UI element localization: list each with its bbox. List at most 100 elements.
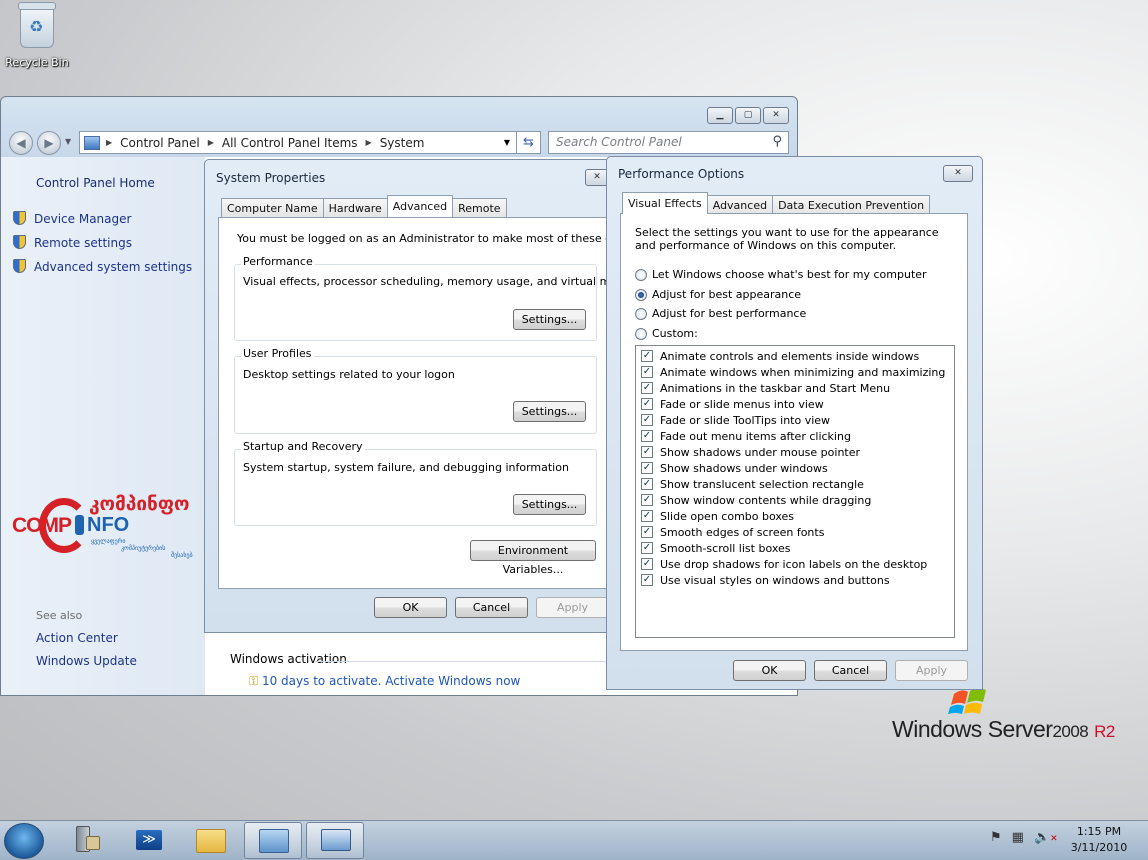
checkbox-checked-icon[interactable]: ✓ bbox=[641, 366, 653, 378]
checkbox-checked-icon[interactable]: ✓ bbox=[641, 542, 653, 554]
volume-muted-icon[interactable]: 🔈✕ bbox=[1034, 830, 1058, 845]
apply-button[interactable]: Apply bbox=[536, 597, 609, 618]
cancel-button[interactable]: Cancel bbox=[455, 597, 528, 618]
tab-strip: Visual Effects Advanced Data Execution P… bbox=[622, 192, 931, 214]
tab-strip: Computer Name Hardware Advanced Remote bbox=[221, 195, 507, 217]
shield-icon bbox=[13, 235, 26, 249]
system-properties-taskbar-icon[interactable] bbox=[306, 822, 364, 859]
effect-checkbox[interactable]: ✓ Show shadows under windows bbox=[641, 460, 954, 476]
effects-list[interactable]: ✓ Animate controls and elements inside wi… bbox=[635, 345, 955, 638]
close-button[interactable]: ✕ bbox=[943, 165, 973, 182]
sidebar-item-remote-settings[interactable]: Remote settings bbox=[13, 235, 132, 250]
action-center-link[interactable]: Action Center bbox=[36, 631, 118, 645]
tab-data-execution-prevention[interactable]: Data Execution Prevention bbox=[772, 195, 931, 214]
tab-computer-name[interactable]: Computer Name bbox=[221, 198, 324, 217]
performance-desc: Visual effects, processor scheduling, me… bbox=[243, 275, 646, 288]
effect-checkbox[interactable]: ✓ Show translucent selection rectangle bbox=[641, 476, 954, 492]
ok-button[interactable]: OK bbox=[374, 597, 447, 618]
notification-area: ⚑ ▦ 🔈✕ bbox=[990, 830, 1058, 845]
effect-checkbox[interactable]: ✓ Fade or slide menus into view bbox=[641, 396, 954, 412]
search-input[interactable]: Search Control Panel ⚲ bbox=[548, 131, 789, 154]
effect-checkbox[interactable]: ✓ Smooth edges of screen fonts bbox=[641, 524, 954, 540]
windows-server-brand: Windows Server2008 R2 bbox=[892, 716, 1115, 743]
recycle-bin-icon[interactable]: Recycle Bin bbox=[4, 2, 70, 69]
system-properties-dialog[interactable]: System Properties ✕ Computer Name Hardwa… bbox=[204, 159, 655, 633]
effect-checkbox[interactable]: ✓ Use drop shadows for icon labels on the… bbox=[641, 556, 954, 572]
checkbox-checked-icon[interactable]: ✓ bbox=[641, 382, 653, 394]
system-clock[interactable]: 1:15 PM 3/11/2010 bbox=[1064, 824, 1134, 856]
close-button[interactable]: ✕ bbox=[763, 107, 789, 124]
effect-checkbox[interactable]: ✓ Fade or slide ToolTips into view bbox=[641, 412, 954, 428]
checkbox-checked-icon[interactable]: ✓ bbox=[641, 462, 653, 474]
checkbox-checked-icon[interactable]: ✓ bbox=[641, 350, 653, 362]
search-icon[interactable]: ⚲ bbox=[772, 134, 782, 149]
ok-button[interactable]: OK bbox=[733, 660, 806, 681]
forward-button[interactable]: ▶ bbox=[37, 131, 61, 155]
effect-checkbox[interactable]: ✓ Animations in the taskbar and Start Men… bbox=[641, 380, 954, 396]
effect-checkbox[interactable]: ✓ Animate windows when minimizing and max… bbox=[641, 364, 954, 380]
checkbox-checked-icon[interactable]: ✓ bbox=[641, 414, 653, 426]
checkbox-checked-icon[interactable]: ✓ bbox=[641, 574, 653, 586]
tab-remote[interactable]: Remote bbox=[452, 198, 507, 217]
tab-advanced[interactable]: Advanced bbox=[706, 195, 774, 214]
startup-recovery-settings-button[interactable]: Settings... bbox=[513, 494, 586, 515]
powershell-taskbar-icon[interactable]: ≫ bbox=[120, 822, 178, 859]
performance-options-dialog[interactable]: Performance Options ✕ Visual Effects Adv… bbox=[606, 156, 983, 690]
breadcrumb-all-items[interactable]: All Control Panel Items bbox=[222, 136, 358, 150]
checkbox-checked-icon[interactable]: ✓ bbox=[641, 446, 653, 458]
radio-custom[interactable]: Custom: bbox=[635, 327, 698, 340]
address-dropdown-icon[interactable]: ▼ bbox=[504, 138, 510, 147]
tab-advanced[interactable]: Advanced bbox=[386, 195, 454, 217]
effect-checkbox[interactable]: ✓ Slide open combo boxes bbox=[641, 508, 954, 524]
environment-variables-button[interactable]: Environment Variables... bbox=[470, 540, 596, 576]
performance-settings-button[interactable]: Settings... bbox=[513, 309, 586, 330]
maximize-button[interactable]: ▢ bbox=[735, 107, 761, 124]
refresh-icon[interactable]: ⇆ bbox=[516, 131, 541, 154]
activate-windows-link[interactable]: ⚿ 10 days to activate. Activate Windows … bbox=[249, 674, 520, 689]
cancel-button[interactable]: Cancel bbox=[814, 660, 887, 681]
effect-checkbox[interactable]: ✓ Fade out menu items after clicking bbox=[641, 428, 954, 444]
sidebar-item-advanced-system-settings[interactable]: Advanced system settings bbox=[13, 259, 192, 274]
performance-group-title: Performance bbox=[241, 255, 315, 268]
startup-recovery-desc: System startup, system failure, and debu… bbox=[243, 461, 569, 474]
radio-best-appearance[interactable]: Adjust for best appearance bbox=[635, 288, 801, 301]
explorer-taskbar-icon[interactable] bbox=[182, 822, 240, 859]
logo-text-comp: COMP bbox=[12, 514, 72, 537]
recent-pages-dropdown-icon[interactable]: ▼ bbox=[65, 137, 71, 146]
effect-checkbox[interactable]: ✓ Show window contents while dragging bbox=[641, 492, 954, 508]
sidebar-item-device-manager[interactable]: Device Manager bbox=[13, 211, 131, 226]
admin-note: You must be logged on as an Administrato… bbox=[237, 232, 655, 245]
trash-icon bbox=[18, 2, 56, 48]
control-panel-home-link[interactable]: Control Panel Home bbox=[36, 176, 155, 190]
checkbox-checked-icon[interactable]: ✓ bbox=[641, 430, 653, 442]
minimize-button[interactable]: ▁ bbox=[707, 107, 733, 124]
address-bar[interactable]: ▶ Control Panel ▶ All Control Panel Item… bbox=[79, 131, 517, 154]
effect-checkbox[interactable]: ✓ Animate controls and elements inside wi… bbox=[641, 348, 954, 364]
back-button[interactable]: ◀ bbox=[9, 131, 33, 155]
checkbox-checked-icon[interactable]: ✓ bbox=[641, 398, 653, 410]
radio-best-performance[interactable]: Adjust for best performance bbox=[635, 307, 806, 320]
checkbox-checked-icon[interactable]: ✓ bbox=[641, 558, 653, 570]
breadcrumb-control-panel[interactable]: Control Panel bbox=[120, 136, 200, 150]
network-icon[interactable]: ▦ bbox=[1012, 830, 1024, 845]
effect-checkbox[interactable]: ✓ Use visual styles on windows and button… bbox=[641, 572, 954, 588]
tab-hardware[interactable]: Hardware bbox=[322, 198, 388, 217]
user-profiles-desc: Desktop settings related to your logon bbox=[243, 368, 455, 381]
control-panel-taskbar-icon[interactable] bbox=[244, 822, 302, 859]
tab-visual-effects[interactable]: Visual Effects bbox=[622, 192, 708, 214]
start-button[interactable] bbox=[4, 823, 44, 859]
brand-r2: R2 bbox=[1094, 722, 1115, 741]
radio-let-windows-choose[interactable]: Let Windows choose what's best for my co… bbox=[635, 268, 927, 281]
windows-update-link[interactable]: Windows Update bbox=[36, 654, 137, 668]
effect-checkbox[interactable]: ✓ Smooth-scroll list boxes bbox=[641, 540, 954, 556]
action-center-flag-icon[interactable]: ⚑ bbox=[990, 830, 1002, 845]
checkbox-checked-icon[interactable]: ✓ bbox=[641, 510, 653, 522]
user-profiles-settings-button[interactable]: Settings... bbox=[513, 401, 586, 422]
apply-button[interactable]: Apply bbox=[895, 660, 968, 681]
breadcrumb-system[interactable]: System bbox=[380, 136, 425, 150]
checkbox-checked-icon[interactable]: ✓ bbox=[641, 478, 653, 490]
checkbox-checked-icon[interactable]: ✓ bbox=[641, 526, 653, 538]
effect-checkbox[interactable]: ✓ Show shadows under mouse pointer bbox=[641, 444, 954, 460]
server-manager-taskbar-icon[interactable] bbox=[58, 822, 116, 859]
checkbox-checked-icon[interactable]: ✓ bbox=[641, 494, 653, 506]
